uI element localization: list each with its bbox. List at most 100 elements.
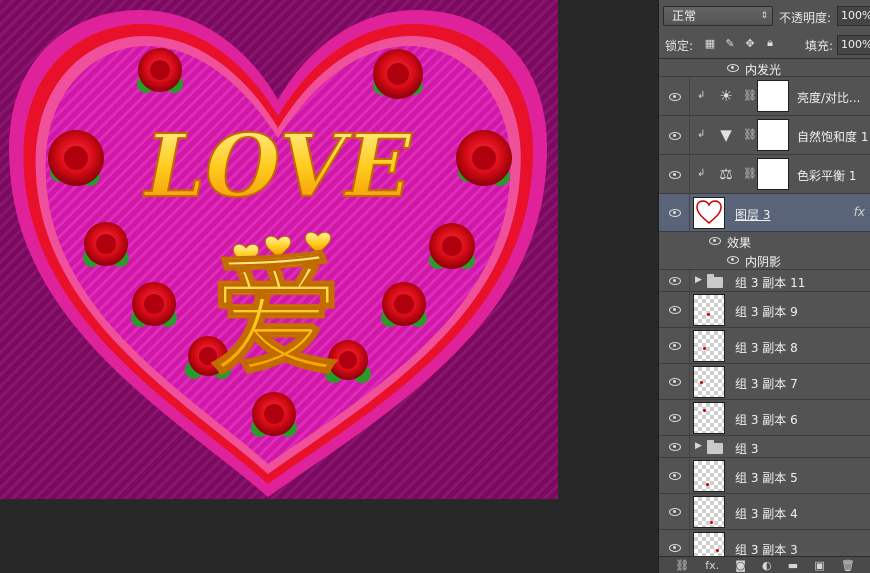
layer-thumbnail xyxy=(693,294,725,326)
fx-icon[interactable]: fx. xyxy=(705,559,719,572)
artboard[interactable]: LOVE 爱 xyxy=(0,0,558,499)
layer-selected-3[interactable]: 图层 3 fx xyxy=(659,194,870,232)
eye-icon[interactable] xyxy=(669,93,681,101)
eye-icon[interactable] xyxy=(669,209,681,217)
lock-icons: ▦ ✎ ✥ 🔒︎ xyxy=(703,36,777,52)
clip-arrow-icon: ↲ xyxy=(697,90,706,101)
eye-icon[interactable] xyxy=(727,64,739,72)
layer-row[interactable]: 组 3 副本 8 xyxy=(659,328,870,364)
mask-icon[interactable]: ◙ xyxy=(735,559,746,572)
mask-thumbnail xyxy=(757,119,789,151)
love-chinese-char: 爱 xyxy=(210,240,342,394)
layer-brightness-contrast[interactable]: ↲ ☀ ⛓ 亮度/对比... xyxy=(659,77,870,116)
link-icon[interactable]: ⛓ xyxy=(675,559,689,572)
eye-icon[interactable] xyxy=(669,443,681,451)
blend-mode-value: 正常 xyxy=(672,9,697,23)
layer-name: 色彩平衡 1 xyxy=(797,169,857,183)
lock-transparent-icon[interactable]: ▦ xyxy=(703,36,717,50)
lock-move-icon[interactable]: ✥ xyxy=(743,36,757,50)
layer-name: 组 3 副本 7 xyxy=(735,377,798,391)
folder-icon xyxy=(707,440,723,454)
love-text: LOVE xyxy=(142,116,413,217)
blend-mode-select[interactable]: 正常 ⇕ xyxy=(663,6,773,26)
adjustment-icon[interactable]: ◐ xyxy=(762,559,772,572)
chain-icon[interactable]: ⛓ xyxy=(743,89,757,102)
mask-thumbnail xyxy=(757,80,789,112)
effects-row[interactable]: 效果 xyxy=(659,232,870,250)
layer-thumbnail xyxy=(693,366,725,398)
expand-triangle-icon[interactable]: ▶ xyxy=(695,441,702,451)
layers-panel: 正常 ⇕ 不透明度: 100% 锁定: ▦ ✎ ✥ 🔒︎ 填充: 100% 内发… xyxy=(658,0,870,573)
layer-row[interactable]: 组 3 副本 3 xyxy=(659,530,870,557)
clip-arrow-icon: ↲ xyxy=(697,168,706,179)
layer-name: 组 3 副本 6 xyxy=(735,413,798,427)
layer-thumbnail xyxy=(693,460,725,492)
eye-icon[interactable] xyxy=(669,378,681,386)
group-name: 组 3 xyxy=(735,442,759,456)
eye-icon[interactable] xyxy=(669,132,681,140)
layer-thumbnail xyxy=(693,402,725,434)
layer-row[interactable]: 组 3 副本 4 xyxy=(659,494,870,530)
lock-all-icon[interactable]: 🔒︎ xyxy=(763,36,777,50)
eye-icon[interactable] xyxy=(669,171,681,179)
fx-badge[interactable]: fx xyxy=(854,205,865,219)
group-row[interactable]: ▶ 组 3 副本 11 xyxy=(659,270,870,292)
layer-color-balance[interactable]: ↲ ⚖ ⛓ 色彩平衡 1 xyxy=(659,155,870,194)
eye-icon[interactable] xyxy=(669,342,681,350)
eye-icon[interactable] xyxy=(727,256,739,264)
color-balance-icon: ⚖ xyxy=(719,165,733,183)
layer-name: 亮度/对比... xyxy=(797,91,861,105)
chain-icon[interactable]: ⛓ xyxy=(743,128,757,141)
effects-label: 效果 xyxy=(727,236,752,250)
eye-icon[interactable] xyxy=(669,306,681,314)
layer-row[interactable]: 组 3 副本 7 xyxy=(659,364,870,400)
layer-name: 组 3 副本 9 xyxy=(735,305,798,319)
layer-name: 自然饱和度 1 xyxy=(797,130,869,144)
heart-thumb-icon xyxy=(696,200,722,224)
layer-name: 组 3 副本 3 xyxy=(735,543,798,557)
canvas-area[interactable]: LOVE 爱 xyxy=(0,0,658,572)
eye-icon[interactable] xyxy=(669,544,681,552)
group-row[interactable]: ▶ 组 3 xyxy=(659,436,870,458)
layer-name: 组 3 副本 8 xyxy=(735,341,798,355)
layer-row[interactable]: 组 3 副本 5 xyxy=(659,458,870,494)
layer-name: 组 3 副本 4 xyxy=(735,507,798,521)
eye-icon[interactable] xyxy=(669,508,681,516)
eye-icon[interactable] xyxy=(709,237,721,245)
mask-thumbnail xyxy=(757,158,789,190)
layer-thumbnail xyxy=(693,330,725,362)
layer-thumbnail xyxy=(693,532,725,557)
layer-thumbnail xyxy=(693,496,725,528)
opacity-input[interactable]: 100% xyxy=(837,6,870,26)
eye-icon[interactable] xyxy=(669,414,681,422)
fill-input[interactable]: 100% xyxy=(837,35,870,55)
layer-thumbnail xyxy=(693,197,725,229)
effect-inner-glow-label: 内发光 xyxy=(745,63,782,77)
eye-icon[interactable] xyxy=(669,277,681,285)
group-name: 组 3 副本 11 xyxy=(735,276,806,290)
new-layer-icon[interactable]: ▣ xyxy=(814,559,824,572)
opacity-label: 不透明度: xyxy=(779,11,832,25)
layer-name: 图层 3 xyxy=(735,208,771,222)
chain-icon[interactable]: ⛓ xyxy=(743,167,757,180)
layers-list: 内发光 ↲ ☀ ⛓ 亮度/对比... ↲ ▼ ⛓ 自然饱和度 1 ↲ ⚖ ⛓ 色… xyxy=(659,58,870,557)
lock-paint-icon[interactable]: ✎ xyxy=(723,36,737,50)
layer-name: 组 3 副本 5 xyxy=(735,471,798,485)
blend-opacity-row: 正常 ⇕ 不透明度: 100% xyxy=(659,0,870,28)
fill-label: 填充: xyxy=(805,39,834,53)
layer-vibrance[interactable]: ↲ ▼ ⛓ 自然饱和度 1 xyxy=(659,116,870,155)
effect-row-inner-glow[interactable]: 内发光 xyxy=(659,59,870,77)
layer-row[interactable]: 组 3 副本 9 xyxy=(659,292,870,328)
eye-icon[interactable] xyxy=(669,472,681,480)
layer-row[interactable]: 组 3 副本 6 xyxy=(659,400,870,436)
brightness-icon: ☀ xyxy=(719,87,733,105)
expand-triangle-icon[interactable]: ▶ xyxy=(695,275,702,285)
folder-icon[interactable]: ▬ xyxy=(788,559,798,572)
trash-icon[interactable]: 🗑︎ xyxy=(841,559,855,572)
effect-row-inner-shadow[interactable]: 内阴影 xyxy=(659,250,870,270)
chevron-updown-icon: ⇕ xyxy=(760,11,768,21)
layers-bottom-bar: ⛓ fx. ◙ ◐ ▬ ▣ 🗑︎ xyxy=(659,556,870,573)
folder-icon xyxy=(707,274,723,288)
effect-inner-shadow-label: 内阴影 xyxy=(745,255,782,269)
vibrance-icon: ▼ xyxy=(720,126,732,144)
